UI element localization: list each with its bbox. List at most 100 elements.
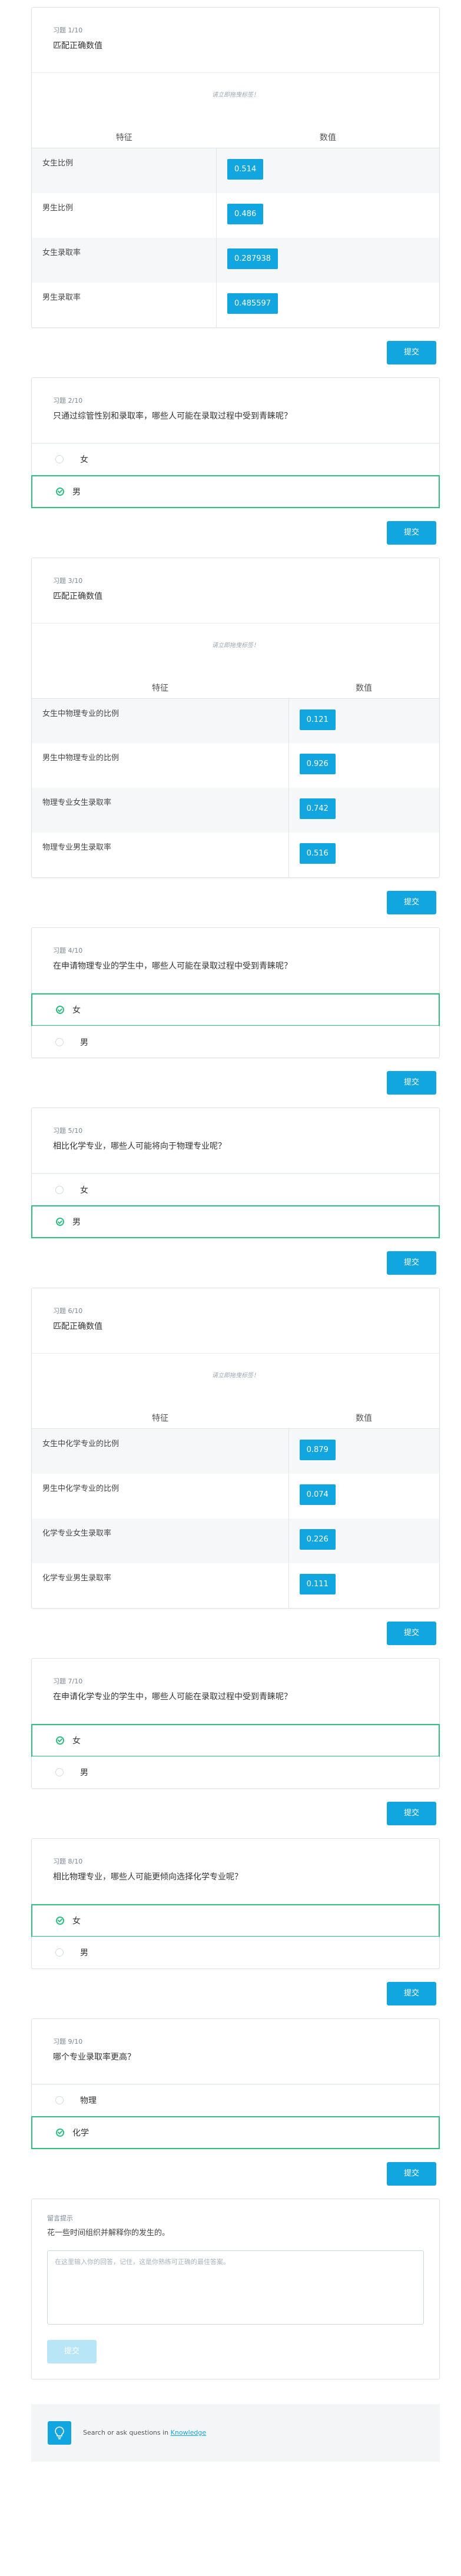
reflection-submit-button[interactable]: 提交 <box>47 2339 97 2363</box>
value-chip[interactable]: 0.111 <box>299 1573 336 1594</box>
radio-icon <box>55 1948 64 1957</box>
feature-label: 男生中化学专业的比例 <box>42 1484 120 1493</box>
submit-button[interactable]: 提交 <box>387 520 436 545</box>
table-row: 男生中物理专业的比例 0.926 <box>32 743 439 788</box>
feature-label: 男生录取率 <box>42 293 81 302</box>
column-header-value: 数值 <box>288 674 439 699</box>
value-chip[interactable]: 0.516 <box>299 843 336 864</box>
drag-hint: 请立即拖曳标签！ <box>212 642 259 649</box>
feature-label: 物理专业男生录取率 <box>42 843 112 852</box>
submit-button[interactable]: 提交 <box>387 2161 436 2186</box>
value-chip[interactable]: 0.514 <box>227 159 264 180</box>
option-item[interactable]: 女 <box>32 1173 439 1205</box>
match-table: 特征 数值 女生中化学专业的比例 0.879 男生中化学专业的比例 0.074 … <box>32 1405 439 1608</box>
submit-button[interactable]: 提交 <box>387 1621 436 1645</box>
option-label: 女 <box>80 1185 88 1195</box>
table-row: 化学专业女生录取率 0.226 <box>32 1518 439 1563</box>
value-chip[interactable]: 0.486 <box>227 203 264 224</box>
knowledge-banner: Search or ask questions in Knowledge <box>31 2403 440 2462</box>
option-label: 男 <box>72 1218 81 1227</box>
option-label: 物理 <box>80 2096 97 2106</box>
submit-button[interactable]: 提交 <box>387 340 436 364</box>
knowledge-link[interactable]: Knowledge <box>171 2429 206 2436</box>
quiz-card-3: 习题 3/10 匹配正确数值 请立即拖曳标签！ 特征 数值 女生中物理专业的比例… <box>31 557 440 878</box>
feature-label: 女生录取率 <box>32 237 217 283</box>
reflection-question: 花一些时间组织并解释你的发生的。 <box>47 2228 170 2237</box>
feature-label: 男生比例 <box>42 203 74 213</box>
reflection-label: 留言提示 <box>47 2214 73 2222</box>
radio-icon <box>55 2096 64 2104</box>
question-title: 相比物理专业，哪些人可能更倾向选择化学专业呢？ <box>53 1872 243 1882</box>
column-header-feature: 特征 <box>32 674 289 699</box>
table-row: 女生录取率 0.287938 <box>32 237 439 283</box>
radio-icon <box>55 1768 64 1776</box>
question-number: 习题 5/10 <box>53 1127 83 1135</box>
option-label: 女 <box>72 1736 81 1746</box>
table-row: 女生比例 0.514 <box>32 148 439 193</box>
option-item-selected[interactable]: 女 <box>31 1723 440 1757</box>
quiz-card-6: 习题 6/10 匹配正确数值 请立即拖曳标签！ 特征 数值 女生中化学专业的比例… <box>31 1288 440 1609</box>
reflection-textarea[interactable]: 在这里输入你的回答，记住，这是你熟练可正确的最佳答案。 <box>47 2250 424 2325</box>
question-title: 匹配正确数值 <box>53 591 102 601</box>
option-item[interactable]: 男 <box>32 1936 439 1968</box>
option-item-selected[interactable]: 化学 <box>31 2116 440 2149</box>
value-chip[interactable]: 0.121 <box>299 709 336 730</box>
question-title: 在申请物理专业的学生中，哪些人可能在录取过程中受到青睐呢？ <box>53 962 292 971</box>
option-item-selected[interactable]: 男 <box>31 475 440 508</box>
option-item[interactable]: 男 <box>32 1756 439 1788</box>
column-header-value: 数值 <box>288 1405 439 1429</box>
column-header-feature: 特征 <box>32 1405 289 1429</box>
table-row: 男生比例 0.486 <box>32 193 439 238</box>
option-item-selected[interactable]: 女 <box>31 1904 440 1937</box>
drag-hint: 请立即拖曳标签！ <box>212 92 259 98</box>
knowledge-prompt: Search or ask questions in <box>83 2429 171 2436</box>
option-label: 男 <box>80 1948 88 1958</box>
value-chip[interactable]: 0.287938 <box>227 248 278 269</box>
feature-label: 化学专业女生录取率 <box>32 1518 289 1563</box>
question-title: 匹配正确数值 <box>53 41 102 51</box>
quiz-card-2: 习题 2/10 只通过综管性别和录取率，哪些人可能在录取过程中受到青睐呢？ 女 … <box>31 377 440 508</box>
option-item[interactable]: 女 <box>32 443 439 475</box>
quiz-card-5: 习题 5/10 相比化学专业，哪些人可能将向于物理专业呢？ 女 男 <box>31 1108 440 1238</box>
table-row: 女生中物理专业的比例 0.121 <box>32 698 439 743</box>
feature-label: 物理专业女生录取率 <box>32 788 289 833</box>
submit-button[interactable]: 提交 <box>387 1981 436 2005</box>
option-item-selected[interactable]: 女 <box>31 993 440 1026</box>
value-chip[interactable]: 0.485597 <box>227 293 278 314</box>
question-number: 习题 7/10 <box>53 1677 83 1685</box>
feature-label: 女生中化学专业的比例 <box>32 1428 289 1474</box>
option-item[interactable]: 物理 <box>32 2084 439 2116</box>
question-number: 习题 4/10 <box>53 947 83 954</box>
match-table: 特征 数值 女生中物理专业的比例 0.121 男生中物理专业的比例 0.926 … <box>32 674 439 877</box>
submit-button[interactable]: 提交 <box>387 1071 436 1095</box>
value-chip[interactable]: 0.074 <box>299 1484 336 1505</box>
submit-button[interactable]: 提交 <box>387 1801 436 1825</box>
option-item[interactable]: 男 <box>32 1026 439 1057</box>
quiz-card-7: 习题 7/10 在申请化学专业的学生中，哪些人可能在录取过程中受到青睐呢？ 女 … <box>31 1657 440 1789</box>
match-table: 特征 数值 女生比例 0.514 男生比例 0.486 女生录取率 0.2879… <box>32 124 439 327</box>
lightbulb-icon <box>48 2421 71 2445</box>
question-title: 匹配正确数值 <box>53 1322 102 1331</box>
value-chip[interactable]: 0.742 <box>299 798 336 819</box>
quiz-card-9: 习题 9/10 哪个专业录取率更高？ 物理 化学 <box>31 2018 440 2149</box>
option-label: 化学 <box>72 2128 89 2138</box>
submit-button[interactable]: 提交 <box>387 1251 436 1275</box>
submit-button[interactable]: 提交 <box>387 891 436 914</box>
quiz-card-1: 习题 1/10 匹配正确数值 请立即拖曳标签！ 特征 数值 女生比例 0.514… <box>31 7 440 328</box>
table-row: 女生中化学专业的比例 0.879 <box>32 1428 439 1474</box>
table-row: 男生中化学专业的比例 0.074 <box>32 1473 439 1519</box>
option-item-selected[interactable]: 男 <box>31 1205 440 1238</box>
drag-hint: 请立即拖曳标签！ <box>212 1372 259 1379</box>
option-label: 女 <box>72 1006 81 1015</box>
value-chip[interactable]: 0.226 <box>299 1529 336 1550</box>
question-number: 习题 1/10 <box>53 26 83 34</box>
value-chip[interactable]: 0.926 <box>299 754 336 774</box>
feature-label: 化学专业男生录取率 <box>42 1573 112 1583</box>
value-chip[interactable]: 0.879 <box>299 1440 336 1460</box>
column-header-feature: 特征 <box>32 124 217 148</box>
option-label: 女 <box>80 455 88 465</box>
table-row: 物理专业女生录取率 0.742 <box>32 788 439 833</box>
feature-label: 女生比例 <box>32 148 217 193</box>
question-title: 只通过综管性别和录取率，哪些人可能在录取过程中受到青睐呢？ <box>53 411 292 421</box>
question-title: 哪个专业录取率更高？ <box>53 2052 135 2062</box>
